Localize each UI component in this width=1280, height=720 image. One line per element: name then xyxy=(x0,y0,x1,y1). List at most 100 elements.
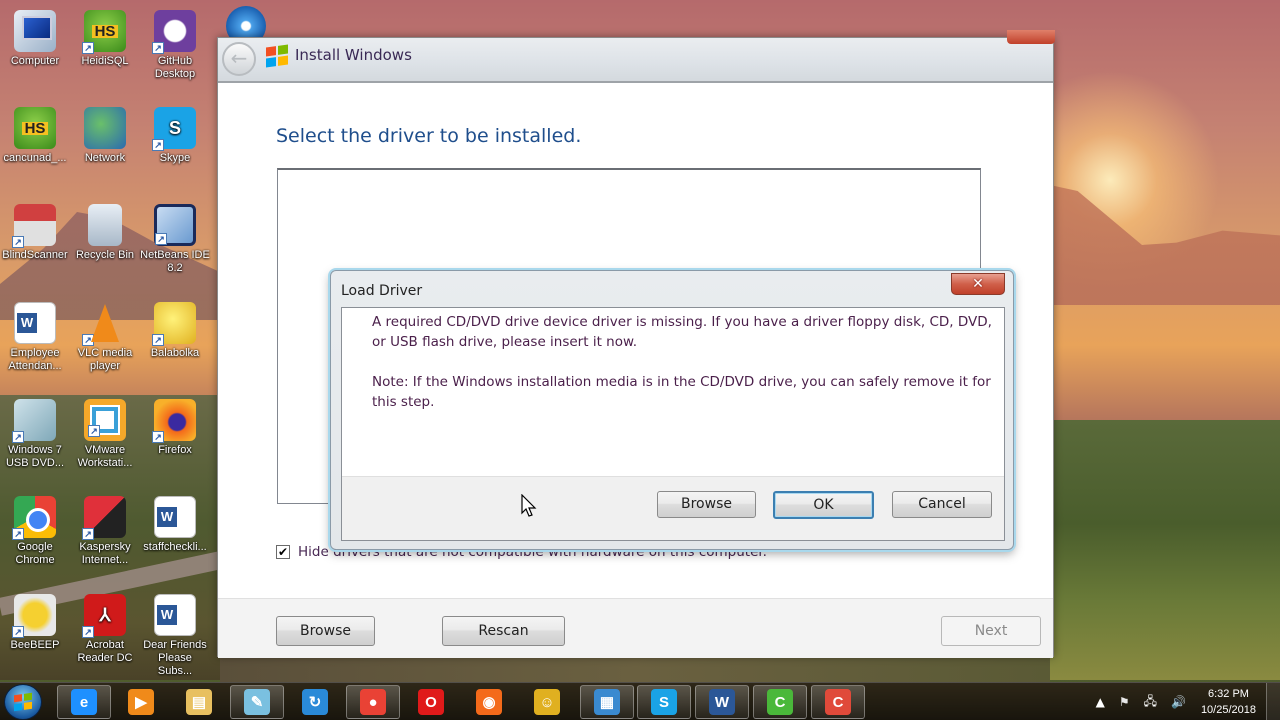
shortcut-arrow-icon: ↗ xyxy=(152,42,164,54)
desktop-icon[interactable]: Recycle Bin xyxy=(70,198,140,262)
taskbar-item-control-panel[interactable]: ▦ xyxy=(580,685,634,719)
desktop-icon-label: Firefox xyxy=(158,444,192,456)
dialog-ok-button[interactable]: OK xyxy=(773,491,874,519)
desktop-icon[interactable]: ↗ Firefox xyxy=(140,393,210,457)
desktop-icon[interactable]: ↗ Windows 7 USB DVD... xyxy=(0,393,70,470)
desktop-icon[interactable]: ↗ Google Chrome xyxy=(0,490,70,567)
shortcut-arrow-icon: ↗ xyxy=(82,528,94,540)
browse-button[interactable]: Browse xyxy=(276,616,375,646)
scanner-icon: ↗ xyxy=(12,204,56,248)
desktop-icon[interactable]: Network xyxy=(70,101,140,165)
computer-icon xyxy=(14,10,56,52)
taskbar-item-opera[interactable]: O xyxy=(404,685,458,719)
word-icon: W xyxy=(709,689,735,715)
back-button[interactable]: ← xyxy=(222,42,256,76)
network-icon[interactable]: 🖧 xyxy=(1144,692,1157,713)
desktop-icon[interactable]: HS ↗ HeidiSQL xyxy=(70,4,140,68)
notepad-icon: ✎ xyxy=(244,689,270,715)
desktop-icon[interactable]: W Employee Attendan... xyxy=(0,296,70,373)
desktop-icon[interactable]: ↗ VLC media player xyxy=(70,296,140,373)
taskbar-item-app-blue[interactable]: ↻ xyxy=(288,685,342,719)
taskbar: e ▶ ▤ ✎ ↻ ● O ◉ ☺ ▦ S W C C ▲ ⚑ 🖧 🔊 6:32 PM 10/25/201… xyxy=(0,682,1280,720)
desktop-icon[interactable]: Computer xyxy=(0,4,70,68)
desktop-icon-label: Network xyxy=(84,152,126,164)
volume-icon[interactable]: 🔊 xyxy=(1171,695,1186,709)
desktop-icon-label: Dear Friends Please Subs... xyxy=(143,639,207,677)
action-center-flag-icon[interactable]: ⚑ xyxy=(1119,695,1130,709)
clock[interactable]: 6:32 PM 10/25/2018 xyxy=(1201,686,1256,718)
shortcut-arrow-icon: ↗ xyxy=(152,334,164,346)
start-button[interactable] xyxy=(4,684,42,720)
dialog-browse-button[interactable]: Browse xyxy=(657,491,756,518)
dialog-body: A required CD/DVD drive device driver is… xyxy=(341,307,1005,541)
network-icon xyxy=(84,107,126,149)
taskbar-item-balabolka[interactable]: ☺ xyxy=(520,685,574,719)
kaspersky-icon: ↗ xyxy=(82,496,126,540)
desktop-icon-label: Windows 7 USB DVD... xyxy=(5,444,65,469)
back-arrow-icon: ← xyxy=(230,46,248,70)
desktop-icon[interactable]: ↗ BlindScanner xyxy=(0,198,70,262)
desktop-icon-label: cancunad_... xyxy=(3,152,67,164)
shortcut-arrow-icon: ↗ xyxy=(82,42,94,54)
desktop-icon-label: GitHub Desktop xyxy=(154,55,196,80)
taskbar-item-firefox[interactable]: ◉ xyxy=(462,685,516,719)
dialog-title: Load Driver xyxy=(341,283,423,299)
dialog-close-button[interactable]: ✕ xyxy=(951,273,1005,295)
desktop-icon-label: Employee Attendan... xyxy=(8,347,62,372)
close-icon: ✕ xyxy=(972,276,984,292)
desktop-icon[interactable]: ↗ BeeBEEP xyxy=(0,588,70,652)
desktop-icon-label: HeidiSQL xyxy=(81,55,129,67)
desktop-icon[interactable]: ↗ GitHub Desktop xyxy=(140,4,210,81)
taskbar-item-chrome[interactable]: ● xyxy=(346,685,400,719)
dialog-cancel-button[interactable]: Cancel xyxy=(892,491,992,518)
install-windows-close-button[interactable] xyxy=(1007,30,1055,44)
desktop-icon[interactable]: S ↗ Skype xyxy=(140,101,210,165)
taskbar-item-notepad[interactable]: ✎ xyxy=(230,685,284,719)
camtasia-icon: C xyxy=(767,689,793,715)
shortcut-arrow-icon: ↗ xyxy=(152,431,164,443)
next-button[interactable]: Next xyxy=(941,616,1041,646)
internet-explorer-icon: e xyxy=(71,689,97,715)
taskbar-item-internet-explorer[interactable]: e xyxy=(57,685,111,719)
taskbar-item-word[interactable]: W xyxy=(695,685,749,719)
taskbar-item-camtasia-recorder[interactable]: C xyxy=(811,685,865,719)
taskbar-item-camtasia[interactable]: C xyxy=(753,685,807,719)
taskbar-item-skype[interactable]: S xyxy=(637,685,691,719)
shortcut-arrow-icon: ↗ xyxy=(12,431,24,443)
taskbar-item-file-explorer[interactable]: ▤ xyxy=(172,685,226,719)
firefox-icon: ↗ xyxy=(152,399,196,443)
desktop-icon[interactable]: ↗ Balabolka xyxy=(140,296,210,360)
window-title: Install Windows xyxy=(295,46,412,64)
windows-logo-icon xyxy=(14,692,32,712)
acrobat-icon: ⅄ ↗ xyxy=(82,594,126,638)
taskbar-item-media-player[interactable]: ▶ xyxy=(114,685,168,719)
shortcut-arrow-icon: ↗ xyxy=(88,425,100,437)
desktop-icon[interactable]: ↗ VMware Workstati... xyxy=(70,393,140,470)
desktop-icon[interactable]: W Dear Friends Please Subs... xyxy=(140,588,210,678)
show-desktop-button[interactable] xyxy=(1266,683,1280,720)
desktop-icon-label: NetBeans IDE 8.2 xyxy=(140,249,210,274)
hide-incompatible-drivers-checkbox[interactable]: ✔ xyxy=(276,545,290,559)
shortcut-arrow-icon: ↗ xyxy=(155,233,167,245)
dialog-button-bar: Browse OK Cancel xyxy=(342,476,1004,540)
desktop-icon-label: BeeBEEP xyxy=(10,639,60,651)
desktop-icon[interactable]: ⅄ ↗ Acrobat Reader DC xyxy=(70,588,140,665)
control-panel-icon: ▦ xyxy=(594,689,620,715)
desktop-icon[interactable]: Wstaffcheckli... xyxy=(140,490,210,554)
shortcut-arrow-icon: ↗ xyxy=(82,334,94,346)
shortcut-arrow-icon: ↗ xyxy=(12,528,24,540)
media-removal-note: Note: If the Windows installation media … xyxy=(372,374,991,410)
firefox-icon: ◉ xyxy=(476,689,502,715)
desktop-icon[interactable]: HS cancunad_... xyxy=(0,101,70,165)
rescan-button[interactable]: Rescan xyxy=(442,616,565,646)
show-hidden-icons-button[interactable]: ▲ xyxy=(1096,695,1105,709)
desktop-icon-label: Acrobat Reader DC xyxy=(77,639,133,664)
shortcut-arrow-icon: ↗ xyxy=(12,626,24,638)
shortcut-arrow-icon: ↗ xyxy=(12,236,24,248)
desktop-icon[interactable]: ↗ Kaspersky Internet... xyxy=(70,490,140,567)
desktop-icon[interactable]: ↗ NetBeans IDE 8.2 xyxy=(140,198,210,275)
page-heading: Select the driver to be installed. xyxy=(276,125,582,147)
wallpaper-field-right xyxy=(1050,420,1280,680)
chrome-icon: ↗ xyxy=(12,496,56,540)
beebeep-icon: ↗ xyxy=(12,594,56,638)
